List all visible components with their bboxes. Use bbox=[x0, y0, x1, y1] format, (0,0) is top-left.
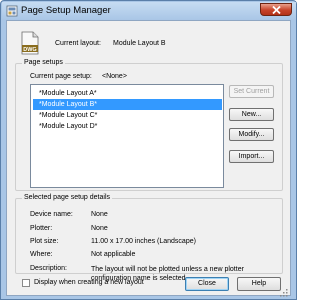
where-label: Where: bbox=[30, 251, 53, 258]
plot-size-label: Plot size: bbox=[30, 238, 59, 245]
dialog-window: Page Setup Manager DWG Current layout: M… bbox=[0, 0, 297, 300]
plot-size-value: 11.00 x 17.00 inches (Landscape) bbox=[91, 238, 196, 245]
current-layout-label: Current layout: bbox=[55, 40, 101, 47]
set-current-button[interactable]: Set Current bbox=[229, 85, 274, 98]
list-item[interactable]: *Module Layout D* bbox=[33, 121, 222, 132]
import-button[interactable]: Import... bbox=[229, 150, 274, 163]
details-group: Selected page setup details bbox=[15, 194, 283, 274]
resize-grip-icon[interactable] bbox=[277, 286, 289, 298]
modify-button[interactable]: Modify... bbox=[229, 128, 274, 141]
list-item-selected[interactable]: *Module Layout B* bbox=[33, 99, 222, 110]
current-page-setup-label: Current page setup: bbox=[30, 73, 92, 80]
device-name-label: Device name: bbox=[30, 211, 73, 218]
dwg-file-icon: DWG bbox=[21, 31, 39, 55]
close-icon bbox=[272, 6, 281, 14]
plotter-value: None bbox=[91, 225, 108, 232]
current-page-setup-value: <None> bbox=[102, 73, 127, 80]
close-button[interactable]: Close bbox=[185, 277, 229, 291]
details-title: Selected page setup details bbox=[22, 194, 113, 201]
list-item[interactable]: *Module Layout C* bbox=[33, 110, 222, 121]
list-item[interactable]: *Module Layout A* bbox=[33, 88, 222, 99]
new-button[interactable]: New... bbox=[229, 108, 274, 121]
checkbox-label: Display when creating a new layout bbox=[34, 279, 144, 286]
window-title: Page Setup Manager bbox=[21, 5, 111, 16]
page-setups-title: Page setups bbox=[22, 59, 65, 66]
dialog-body: DWG Current layout: Module Layout B Page… bbox=[6, 20, 291, 296]
current-layout-value: Module Layout B bbox=[113, 40, 166, 47]
help-button[interactable]: Help bbox=[237, 277, 281, 291]
page-setup-list[interactable]: *Module Layout A* *Module Layout B* *Mod… bbox=[30, 84, 224, 188]
title-bar[interactable]: Page Setup Manager bbox=[2, 2, 296, 20]
window-close-button[interactable] bbox=[260, 3, 292, 16]
dwg-label: DWG bbox=[23, 47, 36, 53]
description-label: Description: bbox=[30, 265, 67, 272]
display-on-new-layout-checkbox[interactable] bbox=[22, 279, 30, 287]
where-value: Not applicable bbox=[91, 251, 136, 258]
app-icon bbox=[6, 5, 18, 17]
device-name-value: None bbox=[91, 211, 108, 218]
plotter-label: Plotter: bbox=[30, 225, 53, 232]
